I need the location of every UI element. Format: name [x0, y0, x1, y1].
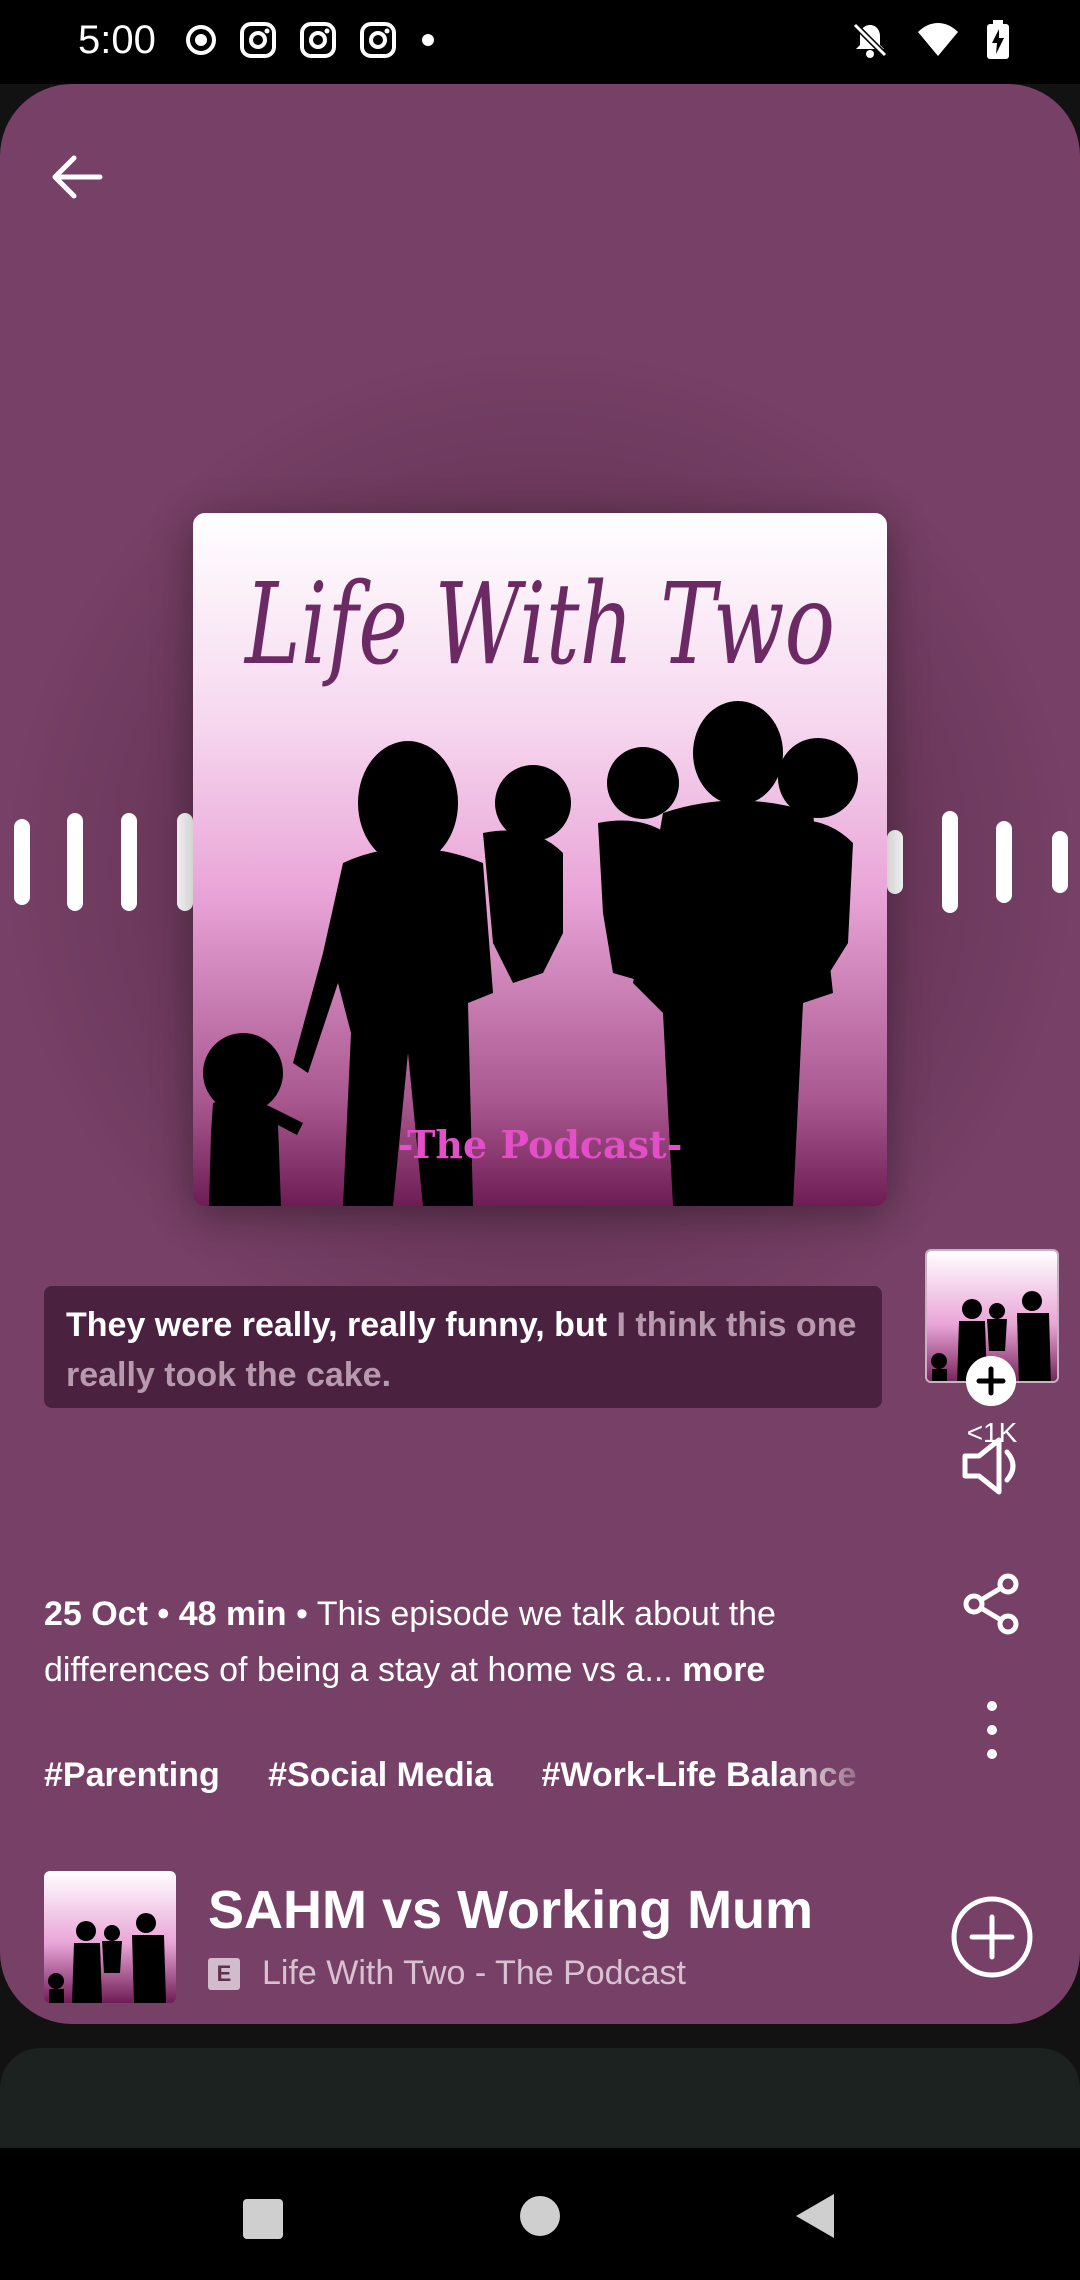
caption-spoken-text: They were really, really funny, but: [66, 1306, 617, 1344]
tag-work-life-balance[interactable]: #Work-Life Balance: [542, 1756, 857, 1795]
navigation-bar: [0, 2148, 1080, 2280]
waveform-bar: [887, 830, 903, 894]
episode-thumbnail[interactable]: [44, 1871, 176, 2003]
description-text: This episode we talk about the differenc…: [44, 1595, 776, 1689]
back-arrow-icon[interactable]: [44, 144, 110, 210]
recents-button[interactable]: [240, 2196, 286, 2242]
add-to-library-icon[interactable]: [950, 1895, 1034, 1979]
meta-separator-2: •: [295, 1595, 308, 1633]
waveform-bar: [121, 813, 137, 911]
volume-icon[interactable]: [955, 1430, 1027, 1502]
show-name: Life With Two - The Podcast: [262, 1954, 686, 1992]
instagram-icon: [360, 22, 396, 58]
waveform-bar: [1052, 831, 1068, 893]
episode-thumbnail-art: [44, 1871, 176, 2003]
notification-icons: [184, 20, 438, 60]
waveform-bar: [942, 811, 958, 913]
battery-charging-icon: [987, 20, 1009, 59]
tag-social-media[interactable]: #Social Media: [268, 1756, 493, 1795]
topic-tags: #Parenting #Social Media #Work-Life Bala…: [44, 1756, 882, 1816]
explicit-badge: E: [208, 1957, 240, 1990]
podcast-cover-art: Life With Two -The Podcast-: [193, 513, 887, 1206]
episode-show-row[interactable]: E Life With Two - The Podcast: [208, 1954, 686, 1993]
share-icon[interactable]: [960, 1572, 1024, 1636]
meta-separator: •: [157, 1595, 170, 1633]
instagram-icon: [300, 22, 336, 58]
instagram-icon: [240, 22, 276, 58]
status-time: 5:00: [78, 18, 156, 62]
back-button[interactable]: [792, 2192, 838, 2240]
cover-title: Life With Two: [244, 560, 835, 690]
episode-title: SAHM vs Working Mum: [208, 1880, 814, 1940]
status-bar: 5:00: [0, 0, 1080, 84]
wifi-icon: [918, 23, 958, 56]
waveform-bar: [177, 813, 193, 911]
episode-description[interactable]: 25 Oct • 48 min • This episode we talk a…: [44, 1586, 904, 1698]
home-button[interactable]: [518, 2194, 562, 2238]
system-icons: [850, 20, 1010, 60]
transcript-caption: They were really, really funny, but I th…: [44, 1286, 882, 1408]
record-icon: [186, 25, 216, 55]
dot-icon: [422, 34, 434, 46]
next-card-peek: [0, 2048, 1080, 2148]
waveform-bar: [67, 813, 83, 911]
player-card: Life With Two -The Podcast- They were re…: [0, 84, 1080, 2024]
cover-illustration: Life With Two -The Podcast-: [193, 513, 887, 1206]
episode-duration: 48 min: [178, 1595, 287, 1633]
tag-parenting[interactable]: #Parenting: [44, 1756, 220, 1795]
more-link[interactable]: more: [682, 1651, 765, 1689]
follow-plus-icon[interactable]: [966, 1356, 1016, 1406]
waveform-bar: [996, 821, 1012, 903]
episode-date: 25 Oct: [44, 1595, 148, 1633]
bell-off-icon: [852, 22, 888, 58]
cover-subtitle: -The Podcast-: [398, 1122, 683, 1167]
more-options-icon[interactable]: [972, 1692, 1012, 1772]
waveform-bar: [14, 819, 30, 905]
